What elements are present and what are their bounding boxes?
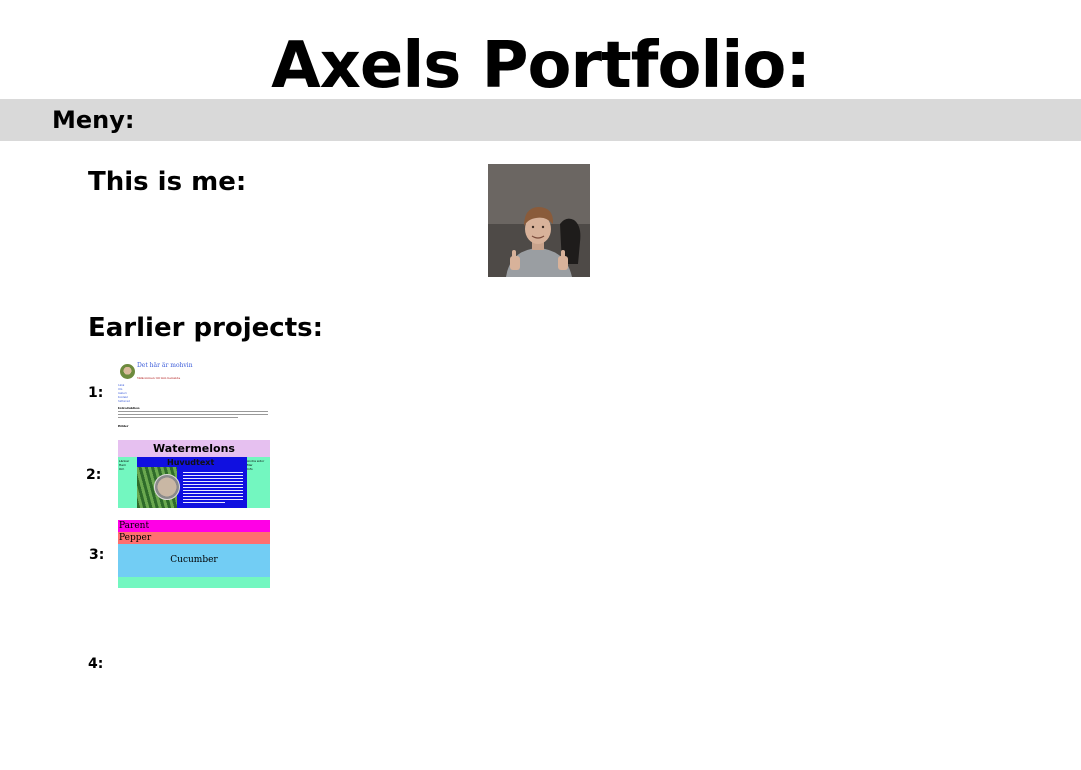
- project-2-number: 2:: [86, 467, 102, 483]
- avatar: [154, 474, 180, 500]
- thumb-1-links: Länk Om Galleri Kontakt Sidhuvud: [118, 384, 130, 404]
- thumb-2-main-text: [183, 472, 243, 505]
- thumb-3-bottom: [118, 577, 270, 588]
- projects-heading: Earlier projects:: [88, 313, 324, 343]
- thumb-1-heading: Introduktion: [118, 406, 140, 410]
- thumb-3-cucumber: Cucumber: [118, 544, 270, 577]
- thumb-1-subtitle: Välkommen till min hemsida: [137, 376, 181, 380]
- thumb-2-header: Watermelons: [118, 440, 270, 457]
- project-1-thumbnail[interactable]: Det här är mohvin Välkommen till min hem…: [118, 360, 270, 432]
- about-heading: This is me:: [88, 167, 247, 197]
- project-2-thumbnail[interactable]: Watermelons Länkar Hem Om Huvudtext Andr…: [118, 440, 270, 508]
- thumb-1-body-text: [118, 411, 268, 420]
- avatar: [120, 364, 135, 379]
- thumb-3-parent: Parent: [118, 520, 270, 532]
- thumb-2-left-nav: Länkar Hem Om: [119, 459, 129, 471]
- portrait-photo: [488, 164, 590, 277]
- thumb-2-left-item: Om: [119, 467, 125, 471]
- thumb-1-heading-2: Bilder: [118, 424, 129, 428]
- project-1-number: 1:: [88, 385, 104, 401]
- portfolio-page: Axels Portfolio: Meny: This is me: Earli…: [0, 0, 1081, 770]
- thumb-3-pepper: Pepper: [118, 532, 270, 544]
- page-title: Axels Portfolio:: [271, 29, 811, 103]
- thumb-2-main-title: Huvudtext: [167, 458, 215, 467]
- thumb-2-right-nav: Andra sidor Mer Info: [247, 459, 264, 471]
- menu-button[interactable]: Meny:: [52, 104, 135, 136]
- thumb-2-right-item: Info: [247, 467, 253, 471]
- menu-bar: Meny:: [0, 99, 1081, 141]
- project-3-thumbnail[interactable]: Parent Pepper Cucumber: [118, 520, 270, 588]
- thumb-2-main: Huvudtext: [137, 457, 247, 508]
- project-3-number: 3:: [89, 547, 105, 563]
- thumb-1-title: Det här är mohvin: [137, 362, 193, 369]
- project-4-number: 4:: [88, 656, 104, 672]
- thumb-1-link: Sidhuvud: [118, 400, 130, 403]
